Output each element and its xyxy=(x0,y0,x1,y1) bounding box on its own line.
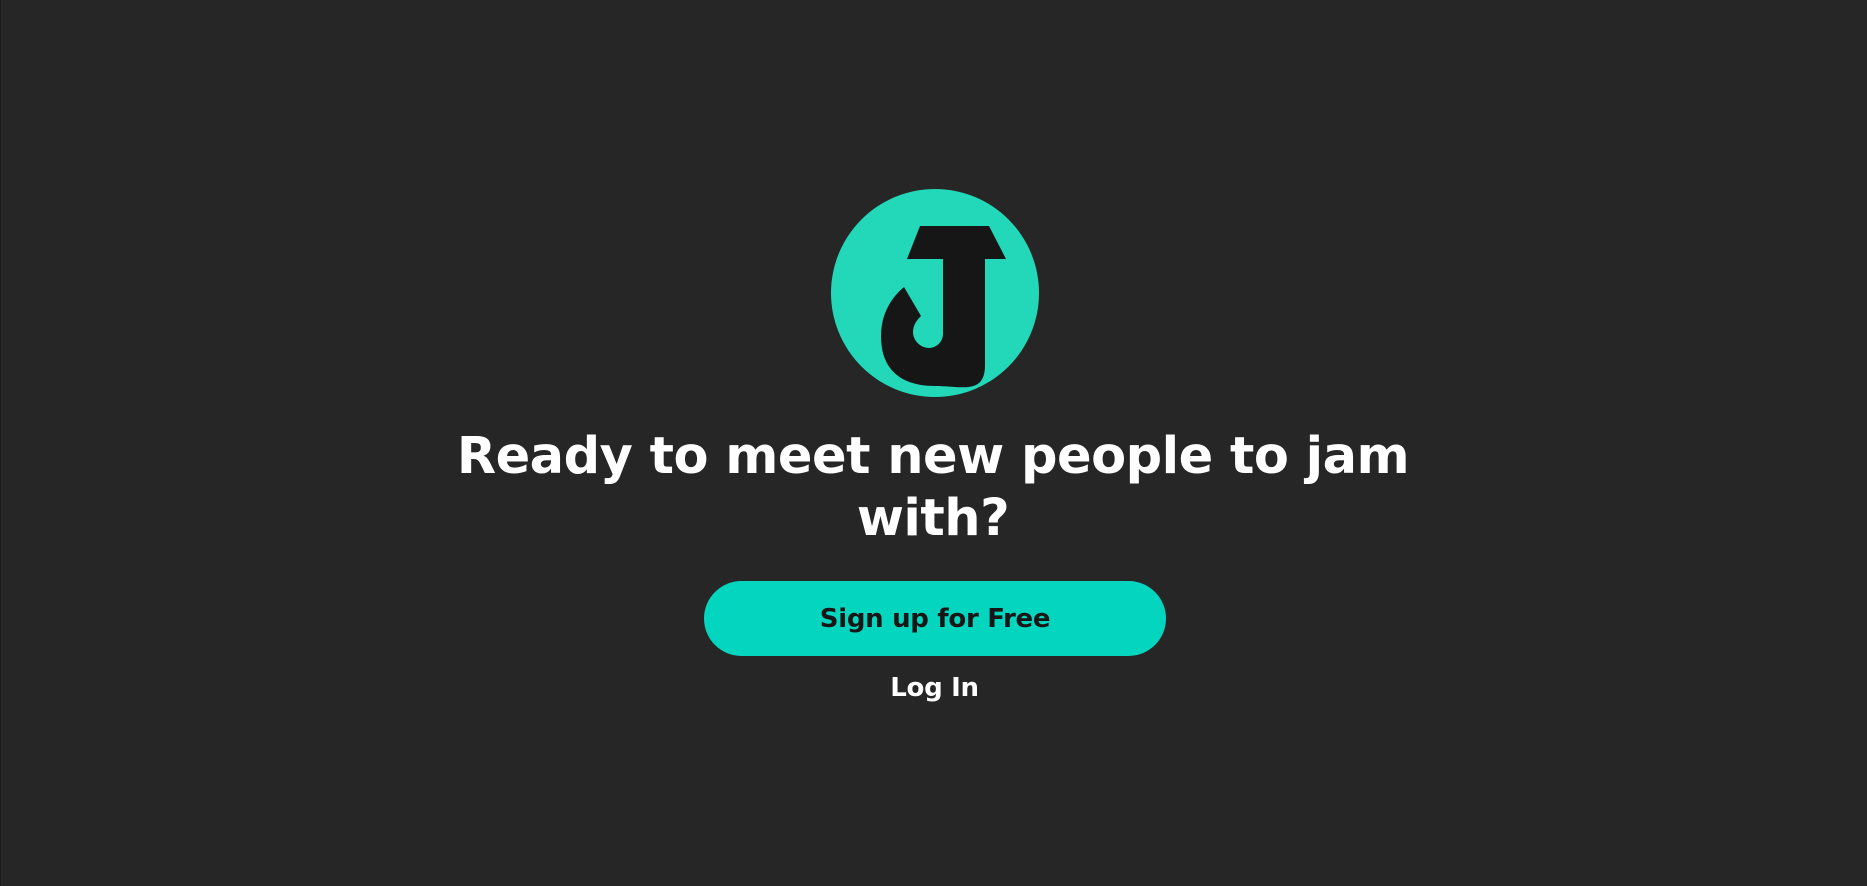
j-letter-logo-icon xyxy=(831,189,1039,397)
page-headline: Ready to meet new people to jam with? xyxy=(456,427,1410,548)
log-in-link[interactable]: Log In xyxy=(833,668,1036,708)
landing-hero: Ready to meet new people to jam with? Si… xyxy=(0,0,1867,886)
sign-up-button[interactable]: Sign up for Free xyxy=(704,581,1166,656)
